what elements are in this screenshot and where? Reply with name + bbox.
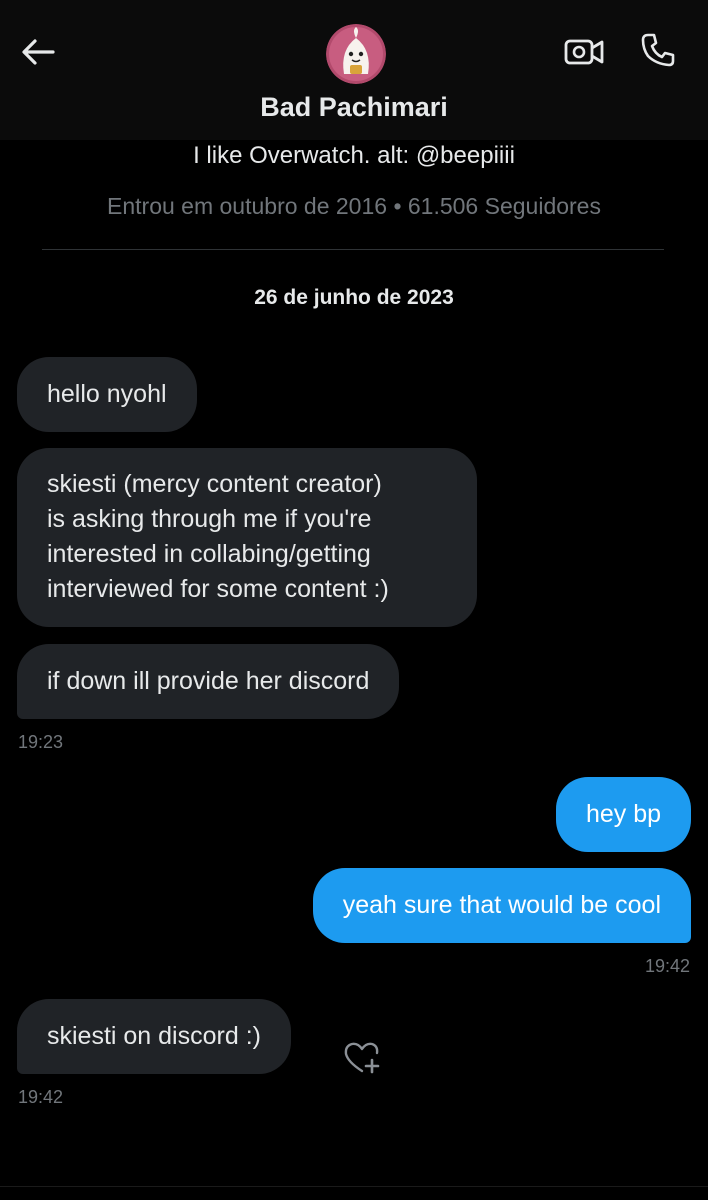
back-arrow-icon <box>22 39 55 65</box>
divider <box>42 249 664 250</box>
pachimari-avatar <box>326 24 386 84</box>
profile-bio: I like Overwatch. alt: @beepiiii <box>193 142 515 169</box>
add-reaction-button[interactable] <box>340 1038 384 1078</box>
add-reaction-heart-icon <box>344 1042 380 1074</box>
message-bubble-incoming[interactable]: skiesti on discord :) <box>17 999 291 1074</box>
avatar[interactable] <box>326 24 386 84</box>
message-timestamp: 19:42 <box>644 956 690 976</box>
message-bubble-outgoing[interactable]: yeah sure that would be cool <box>312 868 691 943</box>
message-bubble-outgoing[interactable]: hey bp <box>555 777 691 852</box>
profile-meta: Entrou em outubro de 2016 • 61.506 Segui… <box>107 193 601 219</box>
video-call-button[interactable] <box>560 28 608 76</box>
phone-call-button[interactable] <box>634 26 682 74</box>
message-timestamp: 19:42 <box>18 1087 64 1107</box>
message-bubble-incoming[interactable]: skiesti (mercy content creator) is askin… <box>17 448 477 627</box>
video-call-icon <box>564 39 604 65</box>
phone-call-icon <box>641 33 675 67</box>
back-button[interactable] <box>14 30 62 74</box>
profile-name[interactable]: Bad Pachimari <box>0 92 708 123</box>
composer-divider <box>0 1186 708 1187</box>
message-timestamp: 19:23 <box>18 732 64 752</box>
message-bubble-incoming[interactable]: if down ill provide her discord <box>17 644 400 719</box>
message-bubble-incoming[interactable]: hello nyohl <box>17 357 197 432</box>
date-separator: 26 de junho de 2023 <box>254 286 454 309</box>
